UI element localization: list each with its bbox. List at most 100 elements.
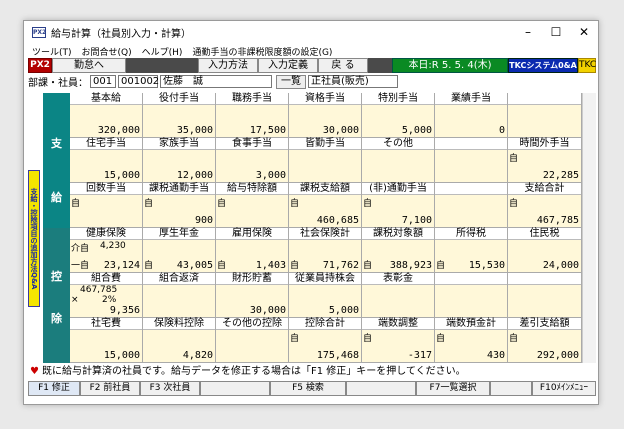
grid-cell[interactable]: 健康保険 介自 4,230 一自 23,124 bbox=[70, 228, 143, 273]
cell-label: 課税通勤手当 bbox=[143, 183, 215, 195]
payment-band-label-2: 給 bbox=[51, 191, 62, 204]
cell-label: 組合返済 bbox=[143, 273, 215, 285]
grid-cell[interactable]: 家族手当 12,000 bbox=[143, 138, 216, 183]
grid-cell[interactable] bbox=[508, 273, 582, 318]
grid-cell[interactable] bbox=[508, 93, 582, 138]
grid-cell[interactable]: 課税支給額自 460,685 bbox=[289, 183, 362, 228]
auto-flag: 自 bbox=[363, 261, 373, 271]
grid-cell[interactable]: 資格手当 30,000 bbox=[289, 93, 362, 138]
cell-value: 43,005 bbox=[176, 260, 213, 271]
grid-cell[interactable] bbox=[435, 183, 508, 228]
deduction-band-label-2: 除 bbox=[51, 312, 62, 325]
f10-main-menu-button[interactable]: F10ﾒｲﾝﾒﾆｭｰ bbox=[532, 381, 596, 396]
grid-cell[interactable]: 課税対象額自 388,923 bbox=[362, 228, 435, 273]
cell-label: 特別手当 bbox=[362, 93, 434, 105]
f1-edit-button[interactable]: F1 修正 bbox=[28, 381, 80, 396]
cell-value: 467,785 bbox=[536, 215, 579, 226]
f7-list-select-button[interactable]: F7一覧選択 bbox=[416, 381, 490, 396]
menu-commute-limit[interactable]: 通勤手当の非課税限度額の設定(G) bbox=[192, 45, 332, 58]
grid-cell[interactable]: 控除合計自 175,468 bbox=[289, 318, 362, 363]
tkc-qa-button[interactable]: TKCシステム0&A bbox=[508, 58, 578, 73]
grid-cell[interactable]: その他 bbox=[362, 138, 435, 183]
grid-cell[interactable]: 皆勤手当 bbox=[289, 138, 362, 183]
grid-cell[interactable]: 食事手当 3,000 bbox=[216, 138, 289, 183]
grid-cell[interactable] bbox=[435, 273, 508, 318]
grid-cell[interactable]: 支給合計自 467,785 bbox=[508, 183, 582, 228]
grid-cell[interactable]: 職務手当 17,500 bbox=[216, 93, 289, 138]
maximize-button[interactable]: ☐ bbox=[542, 21, 570, 44]
auto-flag: 自 bbox=[290, 199, 300, 209]
grid-cell[interactable]: 組合費 × 467,785 2% 9,356 bbox=[70, 273, 143, 318]
grid-cell[interactable]: 保険料控除 4,820 bbox=[143, 318, 216, 363]
grid-cell[interactable]: 端数預金計自 430 bbox=[435, 318, 508, 363]
cell-label: 所得税 bbox=[435, 228, 507, 240]
grid-cell[interactable]: 住宅手当 15,000 bbox=[70, 138, 143, 183]
back-button[interactable]: 戻 る bbox=[318, 58, 368, 73]
grid-cell[interactable]: その他の控除 bbox=[216, 318, 289, 363]
grid-cell[interactable]: (非)通勤手当自 7,100 bbox=[362, 183, 435, 228]
deduction-band-label-1: 控 bbox=[51, 270, 62, 283]
vertical-scrollbar[interactable] bbox=[582, 93, 596, 363]
grid-cell[interactable]: 差引支給額自 292,000 bbox=[508, 318, 582, 363]
auto-flag: 自 bbox=[436, 334, 446, 344]
tkc-icon[interactable]: TKC bbox=[578, 58, 596, 73]
cell-label: 保険料控除 bbox=[143, 318, 215, 330]
grid-cell[interactable]: 業績手当 0 bbox=[435, 93, 508, 138]
grid-cell[interactable]: 所得税自 15,530 bbox=[435, 228, 508, 273]
close-button[interactable]: ✕ bbox=[570, 21, 598, 44]
cell-value: 9,356 bbox=[109, 305, 140, 316]
multiply-mark: × bbox=[71, 295, 79, 305]
grid-cell[interactable]: 回数手当自 bbox=[70, 183, 143, 228]
input-method-button[interactable]: 入力方法 bbox=[198, 58, 258, 73]
grid-cell[interactable]: 財形貯蓄 30,000 bbox=[216, 273, 289, 318]
grid-cell[interactable]: 課税通勤手当自 900 bbox=[143, 183, 216, 228]
grid-cell[interactable] bbox=[435, 138, 508, 183]
sidebar-qa-link[interactable]: 支給・控除項目の追加方法Q&A bbox=[28, 170, 40, 307]
menu-tools[interactable]: ツール(T) bbox=[32, 45, 72, 58]
grid-cell[interactable]: 役付手当 35,000 bbox=[143, 93, 216, 138]
grid-cell[interactable]: 基本給 320,000 bbox=[70, 93, 143, 138]
auto-flag: 自 bbox=[509, 154, 519, 164]
cell-value: 15,530 bbox=[468, 260, 505, 271]
heart-icon: ♥ bbox=[30, 366, 39, 377]
grid-cell[interactable]: 時間外手当自 22,285 bbox=[508, 138, 582, 183]
cell-label: その他 bbox=[362, 138, 434, 150]
cell-value: 30,000 bbox=[322, 125, 359, 136]
f3-next-employee-button[interactable]: F3 次社員 bbox=[140, 381, 200, 396]
grid-cell[interactable]: 社宅費 15,000 bbox=[70, 318, 143, 363]
cell-label: 家族手当 bbox=[143, 138, 215, 150]
grid-cell[interactable]: 端数調整自 -317 bbox=[362, 318, 435, 363]
grid-cell[interactable]: 従業員持株会 5,000 bbox=[289, 273, 362, 318]
grid-cell[interactable]: 表彰金 bbox=[362, 273, 435, 318]
px2-badge: PX2 bbox=[28, 58, 52, 73]
kintai-button[interactable]: 勤怠へ bbox=[52, 58, 126, 73]
minimize-button[interactable]: – bbox=[514, 21, 542, 44]
cell-value: 1,403 bbox=[255, 260, 286, 271]
cell-label: 従業員持株会 bbox=[289, 273, 361, 285]
cell-value: 4,820 bbox=[182, 350, 213, 361]
f2-prev-employee-button[interactable]: F2 前社員 bbox=[80, 381, 140, 396]
cell-label: その他の控除 bbox=[216, 318, 288, 330]
cell-value: 17,500 bbox=[249, 125, 286, 136]
cell-value: 23,124 bbox=[103, 260, 140, 271]
auto-flag: 自 bbox=[363, 334, 373, 344]
grid-cell[interactable]: 組合返済 bbox=[143, 273, 216, 318]
grid-cell[interactable]: 住民税 24,000 bbox=[508, 228, 582, 273]
dept-field[interactable]: 001 bbox=[90, 75, 116, 88]
employee-code-field[interactable]: 001002 bbox=[118, 75, 159, 88]
employee-bar: 部課・社員： 001 001002 佐藤 誠 一覧 正社員(販売) bbox=[28, 74, 596, 89]
cell-label: 雇用保険 bbox=[216, 228, 288, 240]
grid-cell[interactable]: 雇用保険自 1,403 bbox=[216, 228, 289, 273]
f-blank-3 bbox=[490, 381, 532, 396]
list-button[interactable]: 一覧 bbox=[276, 74, 306, 89]
input-definition-button[interactable]: 入力定義 bbox=[258, 58, 318, 73]
grid-cell[interactable]: 厚生年金自 43,005 bbox=[143, 228, 216, 273]
f5-search-button[interactable]: F5 検索 bbox=[270, 381, 346, 396]
grid-cell[interactable]: 給与特除額自 bbox=[216, 183, 289, 228]
grid-cell[interactable]: 社会保険計自 71,762 bbox=[289, 228, 362, 273]
cell-label: 皆勤手当 bbox=[289, 138, 361, 150]
cell-label: 回数手当 bbox=[70, 183, 142, 195]
menu-inquiry[interactable]: お問合せ(Q) bbox=[82, 45, 132, 58]
grid-cell[interactable]: 特別手当 5,000 bbox=[362, 93, 435, 138]
menu-help[interactable]: ヘルプ(H) bbox=[142, 45, 183, 58]
